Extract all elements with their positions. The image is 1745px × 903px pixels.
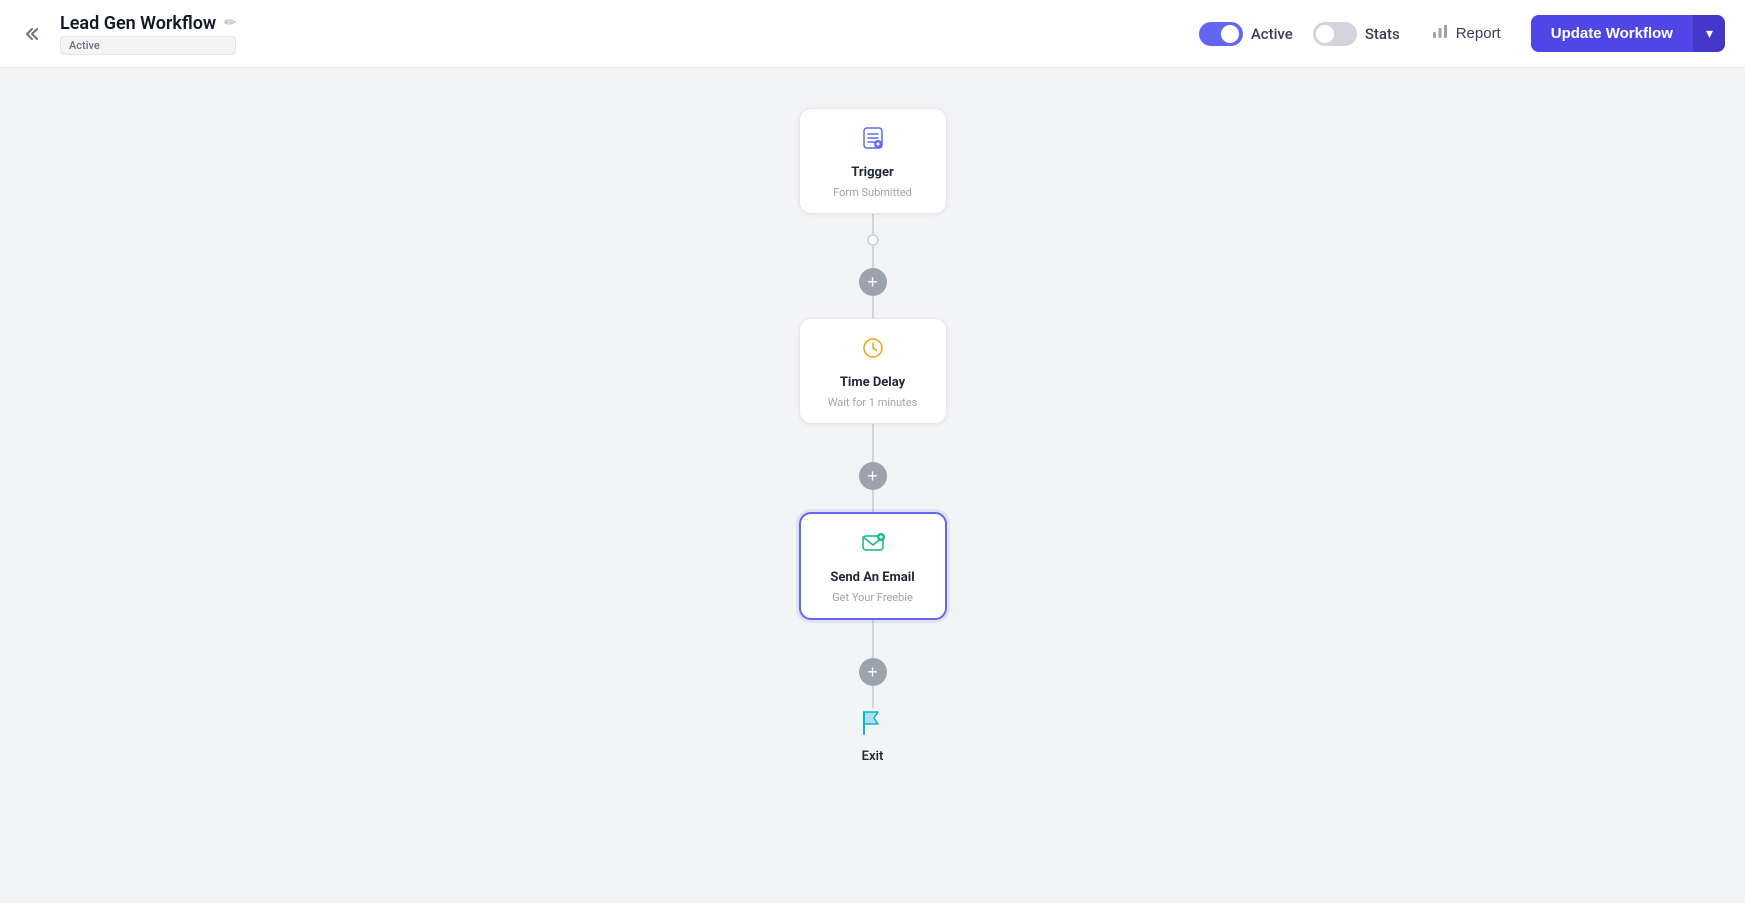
exit-icon [858,708,888,745]
time-delay-node-subtitle: Wait for 1 minutes [828,396,918,409]
update-workflow-button[interactable]: Update Workflow ▾ [1531,15,1725,52]
line-2 [872,246,874,268]
send-email-node-subtitle: Get Your Freebie [832,591,913,604]
add-step-button-2[interactable]: + [859,462,887,490]
time-delay-node[interactable]: Time Delay Wait for 1 minutes [799,318,947,424]
send-email-node-title: Send An Email [830,570,914,585]
connector-1: + [859,214,887,318]
line-6 [872,490,874,512]
line-3 [872,296,874,318]
line-8 [872,640,874,658]
add-step-button-3[interactable]: + [859,658,887,686]
connector-dot-1 [867,234,879,246]
time-delay-node-title: Time Delay [840,375,905,390]
report-icon [1430,21,1450,46]
trigger-form-icon [860,125,886,151]
send-email-icon [860,530,886,562]
connector-2: + [859,424,887,512]
send-email-node[interactable]: Send An Email Get Your Freebie [799,512,947,620]
stats-toggle[interactable] [1313,22,1357,46]
header-left: Lead Gen Workflow ✏ Active [20,13,236,55]
update-workflow-main[interactable]: Update Workflow [1531,15,1693,52]
active-toggle-label: Active [1251,25,1293,43]
dropdown-arrow-icon: ▾ [1706,25,1713,42]
workflow-title: Lead Gen Workflow [60,13,216,34]
trigger-node[interactable]: Trigger Form Submitted [799,108,947,214]
time-delay-icon [860,335,886,367]
active-status-badge: Active [60,36,236,55]
clock-icon [860,335,886,361]
back-icon [24,24,44,44]
update-workflow-dropdown[interactable]: ▾ [1693,15,1725,52]
workflow-container: Trigger Form Submitted + Time Delay Wait… [799,88,947,764]
flag-icon [858,708,888,738]
connector-3: + [859,620,887,708]
workflow-title-area: Lead Gen Workflow ✏ Active [60,13,236,55]
trigger-icon [860,125,886,157]
exit-node: Exit [858,708,888,764]
add-step-button-1[interactable]: + [859,268,887,296]
line-7 [872,620,874,640]
line-1 [872,214,874,234]
trigger-node-title: Trigger [851,165,893,180]
active-toggle-area: Active [1199,22,1293,46]
workflow-title-row: Lead Gen Workflow ✏ [60,13,236,34]
header: Lead Gen Workflow ✏ Active Active Stats [0,0,1745,68]
exit-label: Exit [862,749,884,764]
line-4 [872,424,874,444]
active-toggle[interactable] [1199,22,1243,46]
edit-icon[interactable]: ✏ [224,15,236,31]
stats-toggle-label: Stats [1365,25,1400,43]
line-5 [872,444,874,462]
stats-toggle-area: Stats [1313,22,1400,46]
header-right: Active Stats Report Update Workflow [1199,15,1725,52]
workflow-canvas: Trigger Form Submitted + Time Delay Wait… [0,68,1745,903]
report-button[interactable]: Report [1420,15,1511,52]
back-button[interactable] [20,20,48,48]
trigger-node-subtitle: Form Submitted [833,186,912,199]
line-9 [872,686,874,708]
report-label: Report [1456,25,1501,42]
email-icon [860,530,886,556]
bar-chart-icon [1430,21,1450,41]
